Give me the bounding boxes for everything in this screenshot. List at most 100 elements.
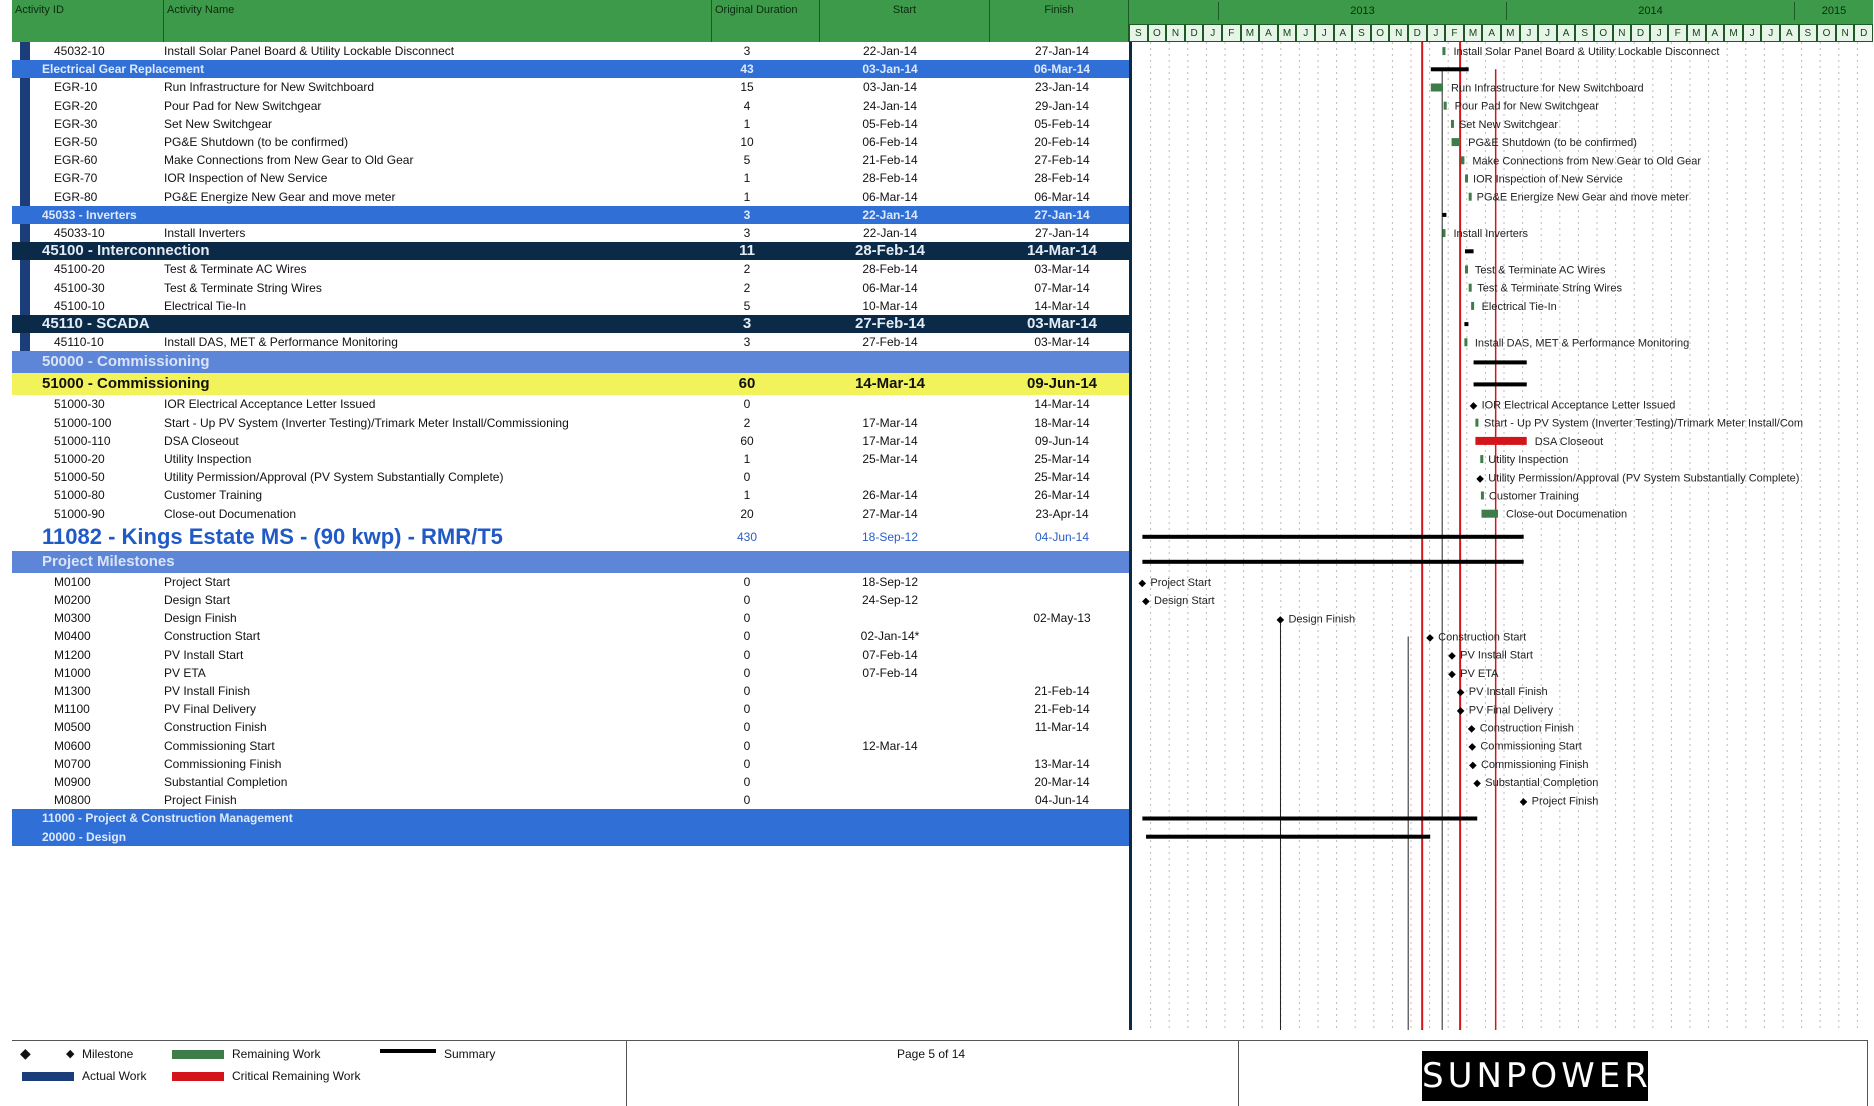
table-row[interactable]: 45032-10 Install Solar Panel Board & Util… — [12, 42, 1129, 60]
summary-bar — [1146, 834, 1431, 839]
activity-id: 51000-80 — [54, 488, 105, 503]
month-cell: J — [1315, 24, 1334, 42]
table-row[interactable]: 51000-100 Start - Up PV System (Inverter … — [12, 414, 1129, 432]
milestone-marker: ◆ — [1520, 796, 1528, 807]
table-row[interactable]: M0900 Substantial Completion 0 20-Mar-14 — [12, 773, 1129, 791]
table-row[interactable]: EGR-60 Make Connections from New Gear to … — [12, 151, 1129, 169]
original-duration: 5 — [743, 298, 751, 313]
table-row[interactable]: 11082 - Kings Estate MS - (90 kwp) - RMR… — [12, 523, 1129, 551]
table-row[interactable]: 45110-10 Install DAS, MET & Performance M… — [12, 333, 1129, 351]
month-cell: F — [1445, 24, 1464, 42]
table-row[interactable]: M0100 Project Start 0 18-Sep-12 — [12, 573, 1129, 591]
col-activity-name[interactable]: Activity Name — [164, 0, 712, 42]
table-row[interactable]: EGR-30 Set New Switchgear 1 05-Feb-14 05-Feb… — [12, 115, 1129, 133]
table-row[interactable]: 51000-110 DSA Closeout 60 17-Mar-14 09-Jun-1… — [12, 432, 1129, 450]
finish-date: 02-May-13 — [1033, 611, 1091, 626]
start-date: 03-Jan-14 — [862, 62, 918, 77]
activity-id: M1100 — [54, 702, 90, 717]
table-row[interactable]: M0600 Commissioning Start 0 12-Mar-14 — [12, 737, 1129, 755]
month-cell: F — [1668, 24, 1687, 42]
table-row[interactable]: 51000-20 Utility Inspection 1 25-Mar-14 25-M… — [12, 450, 1129, 468]
activity-name: Commissioning Start — [164, 738, 275, 753]
month-cell: A — [1482, 24, 1501, 42]
col-activity-id[interactable]: Activity ID — [12, 0, 164, 42]
original-duration: 0 — [743, 647, 751, 662]
month-cell: D — [1408, 24, 1427, 42]
start-date: 14-Mar-14 — [854, 375, 926, 393]
milestone-marker: ◆ — [1448, 669, 1456, 680]
table-row[interactable]: M0200 Design Start 0 24-Sep-12 — [12, 591, 1129, 609]
table-row[interactable]: 45100 - Interconnection 11 28-Feb-14 14-Mar… — [12, 242, 1129, 261]
original-duration: 0 — [743, 665, 751, 680]
table-row[interactable]: 20000 - Design — [12, 827, 1129, 846]
start-date: 06-Mar-14 — [862, 280, 918, 295]
month-cell: A — [1780, 24, 1799, 42]
table-row[interactable]: M1300 PV Install Finish 0 21-Feb-14 — [12, 682, 1129, 700]
finish-date: 20-Mar-14 — [1034, 775, 1090, 789]
milestone-marker: ◆ — [1448, 651, 1456, 662]
legend-critical-remaining-work: Critical Remaining Work — [232, 1069, 361, 1083]
table-row[interactable]: 11000 - Project & Construction Managemen… — [12, 809, 1129, 828]
gantt-label: Utility Inspection — [1488, 454, 1568, 466]
col-finish[interactable]: Finish — [990, 0, 1129, 42]
activity-id: M0500 — [54, 720, 91, 735]
finish-date: 26-Mar-14 — [1034, 488, 1090, 503]
activity-id: 51000-30 — [54, 397, 105, 412]
table-row[interactable]: M0800 Project Finish 0 04-Jun-14 — [12, 791, 1129, 809]
table-row[interactable]: 51000-90 Close-out Documenation 20 27-Mar-1… — [12, 505, 1129, 523]
table-row[interactable]: 51000 - Commissioning 60 14-Mar-14 09-Jun-1… — [12, 373, 1129, 396]
table-row[interactable]: 51000-80 Customer Training 1 26-Mar-14 26-Ma… — [12, 486, 1129, 504]
table-row[interactable]: M1100 PV Final Delivery 0 21-Feb-14 — [12, 700, 1129, 718]
activity-id: 45110-10 — [54, 335, 104, 350]
month-cell: N — [1612, 24, 1632, 42]
table-row[interactable]: 45100-30 Test & Terminate String Wires 2 06… — [12, 279, 1129, 297]
table-row[interactable]: 50000 - Commissioning — [12, 351, 1129, 374]
finish-date: 18-Mar-14 — [1034, 415, 1090, 430]
month-cell: M — [1463, 24, 1483, 42]
col-original-duration[interactable]: Original Duration — [712, 0, 820, 42]
gantt-label: PG&E Energize New Gear and move meter — [1477, 192, 1689, 204]
table-row[interactable]: 45100-10 Electrical Tie-In 5 10-Mar-14 14-Ma… — [12, 297, 1129, 315]
milestone-marker: ◆ — [1457, 687, 1465, 698]
table-row[interactable]: 45033 - Inverters 3 22-Jan-14 27-Jan-14 — [12, 205, 1129, 224]
table-row[interactable]: EGR-20 Pour Pad for New Switchgear 4 24-Jan… — [12, 97, 1129, 115]
activity-name: Electrical Gear Replacement — [42, 62, 205, 77]
table-row[interactable]: M0700 Commissioning Finish 0 13-Mar-14 — [12, 755, 1129, 773]
activity-bar — [1450, 119, 1454, 128]
gantt-label: Electrical Tie-In — [1482, 301, 1557, 313]
milestone-marker: ◆ — [1469, 760, 1477, 771]
col-start[interactable]: Start — [820, 0, 990, 42]
table-row[interactable]: M0500 Construction Finish 0 11-Mar-14 — [12, 718, 1129, 736]
finish-date: 03-Mar-14 — [1034, 335, 1090, 350]
gantt-label: Commissioning Start — [1480, 741, 1581, 753]
table-row[interactable]: Project Milestones — [12, 550, 1129, 573]
original-duration: 0 — [743, 720, 751, 735]
table-row[interactable]: M1200 PV Install Start 0 07-Feb-14 — [12, 646, 1129, 664]
milestone-marker: ◆ — [1138, 578, 1146, 589]
table-row[interactable]: 45100-20 Test & Terminate AC Wires 2 28-Feb… — [12, 260, 1129, 278]
table-row[interactable]: M1000 PV ETA 0 07-Feb-14 — [12, 664, 1129, 682]
finish-date: 03-Mar-14 — [1034, 262, 1090, 277]
finish-date: 21-Feb-14 — [1034, 702, 1090, 717]
milestone-marker: ◆ — [1473, 778, 1481, 789]
finish-date: 05-Feb-14 — [1034, 116, 1090, 131]
start-date: 07-Feb-14 — [862, 665, 918, 680]
table-row[interactable]: EGR-70 IOR Inspection of New Service 1 28-F… — [12, 169, 1129, 187]
finish-date: 09-Jun-14 — [1034, 433, 1090, 448]
original-duration: 11 — [739, 242, 755, 260]
table-row[interactable]: EGR-10 Run Infrastructure for New Switchb… — [12, 78, 1129, 96]
table-row[interactable]: EGR-50 PG&E Shutdown (to be confirmed) 10 0… — [12, 133, 1129, 151]
table-row[interactable]: 51000-30 IOR Electrical Acceptance Letter… — [12, 395, 1129, 413]
table-row[interactable]: EGR-80 PG&E Energize New Gear and move me… — [12, 188, 1129, 206]
gantt-label: Make Connections from New Gear to Old Ge… — [1472, 155, 1701, 167]
table-row[interactable]: Electrical Gear Replacement 43 03-Jan-14 06… — [12, 60, 1129, 79]
month-cell: O — [1817, 24, 1836, 42]
table-row[interactable]: 51000-50 Utility Permission/Approval (PV … — [12, 468, 1129, 486]
table-row[interactable]: M0400 Construction Start 0 02-Jan-14* — [12, 627, 1129, 645]
milestone-icon-2: ◆ — [66, 1048, 75, 1060]
table-row[interactable]: 45033-10 Install Inverters 3 22-Jan-14 27-Ja… — [12, 224, 1129, 242]
activity-bar — [1442, 47, 1446, 56]
table-row[interactable]: 45110 - SCADA 3 27-Feb-14 03-Mar-14 — [12, 315, 1129, 334]
month-cell: J — [1761, 24, 1780, 42]
table-row[interactable]: M0300 Design Finish 0 02-May-13 — [12, 609, 1129, 627]
